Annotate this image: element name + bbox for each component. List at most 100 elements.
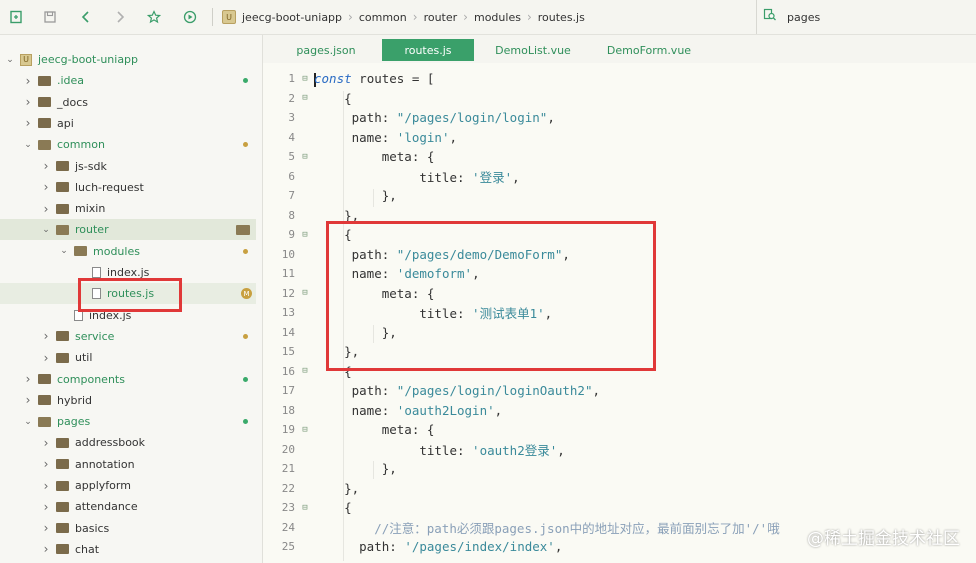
fold-toggle-icon[interactable]: ⊟: [298, 74, 312, 84]
code-line[interactable]: 2 ⊟ {: [263, 89, 976, 109]
code-line[interactable]: 20 title: 'oauth2登录',: [263, 440, 976, 460]
fold-toggle-icon[interactable]: ⊟: [298, 366, 312, 376]
fold-toggle-icon[interactable]: ⊟: [298, 425, 312, 435]
chevron-right-icon[interactable]: ›: [22, 393, 34, 407]
tree-item[interactable]: › luch-request: [0, 177, 256, 198]
chevron-down-icon[interactable]: ⌄: [22, 140, 34, 150]
run-icon[interactable]: [178, 0, 202, 34]
tree-item[interactable]: ⌄ modules: [0, 241, 256, 262]
tree-item[interactable]: › addressbook: [0, 432, 256, 453]
tree-item[interactable]: › service: [0, 326, 256, 347]
tree-item[interactable]: › components: [0, 369, 256, 390]
breadcrumb-item[interactable]: jeecg-boot-uniapp: [242, 11, 342, 24]
fold-toggle-icon[interactable]: ⊟: [298, 288, 312, 298]
forward-icon[interactable]: [108, 0, 132, 34]
code-line[interactable]: 4 name: 'login',: [263, 128, 976, 148]
line-number: 14: [281, 325, 295, 339]
code-token: title:: [314, 169, 473, 185]
tree-item[interactable]: › chat: [0, 539, 256, 560]
code-text: meta: {: [314, 422, 435, 438]
tree-item[interactable]: › mixin: [0, 198, 256, 219]
folder-icon: [38, 75, 51, 86]
tree-item[interactable]: › js-sdk: [0, 156, 256, 177]
open-folder-icon[interactable]: [236, 224, 250, 235]
chevron-right-icon[interactable]: ›: [22, 74, 34, 88]
code-line[interactable]: 22 },: [263, 479, 976, 499]
tree-item[interactable]: ⌄ common: [0, 134, 256, 155]
code-line[interactable]: 17 path: "/pages/login/loginOauth2",: [263, 381, 976, 401]
breadcrumb-item[interactable]: routes.js: [538, 11, 585, 24]
project-icon: U: [20, 53, 32, 66]
search-value[interactable]: pages: [787, 11, 820, 24]
chevron-right-icon[interactable]: ›: [22, 372, 34, 386]
chevron-right-icon[interactable]: ›: [22, 116, 34, 130]
chevron-right-icon[interactable]: ›: [40, 351, 52, 365]
tree-item[interactable]: › hybrid: [0, 390, 256, 411]
chevron-right-icon[interactable]: ›: [40, 436, 52, 450]
folder-icon: [56, 161, 69, 171]
chevron-down-icon[interactable]: ⌄: [40, 225, 52, 235]
tree-item[interactable]: ⌄ pages: [0, 411, 256, 432]
chevron-right-icon[interactable]: ›: [40, 500, 52, 514]
tree-item[interactable]: › annotation: [0, 454, 256, 475]
folder-icon: [56, 182, 69, 193]
save-icon[interactable]: [38, 0, 62, 34]
search-field[interactable]: pages: [756, 0, 976, 34]
code-line[interactable]: 7 },: [263, 186, 976, 206]
fold-toggle-icon[interactable]: ⊟: [298, 503, 312, 513]
code-line[interactable]: 18 name: 'oauth2Login',: [263, 401, 976, 421]
chevron-down-icon[interactable]: ⌄: [4, 55, 16, 65]
chevron-right-icon[interactable]: ›: [40, 521, 52, 535]
code-line[interactable]: 19 ⊟ meta: {: [263, 420, 976, 440]
folder-icon: [38, 416, 51, 427]
keyword-token: const: [314, 71, 352, 86]
back-icon[interactable]: [74, 0, 98, 34]
chevron-down-icon[interactable]: ⌄: [58, 246, 70, 256]
code-token: meta: {: [314, 422, 435, 438]
code-line[interactable]: 1 ⊟ const routes = [: [263, 69, 976, 89]
tree-item[interactable]: › attendance: [0, 496, 256, 517]
code-line[interactable]: 3 path: "/pages/login/login",: [263, 108, 976, 128]
code-line[interactable]: 21 },: [263, 459, 976, 479]
code-text: meta: {: [314, 149, 435, 165]
code-line[interactable]: 5 ⊟ meta: {: [263, 147, 976, 167]
tree-item[interactable]: ⌄ Ujeecg-boot-uniapp: [0, 49, 256, 70]
chevron-right-icon[interactable]: ›: [40, 542, 52, 556]
tree-item[interactable]: › basics: [0, 518, 256, 539]
fold-toggle-icon[interactable]: ⊟: [298, 230, 312, 240]
code-line[interactable]: 6 title: '登录',: [263, 167, 976, 187]
tree-item[interactable]: › _docs: [0, 92, 256, 113]
code-token: meta: {: [314, 149, 435, 165]
line-number: 5: [288, 150, 295, 164]
chevron-right-icon[interactable]: ›: [40, 202, 52, 216]
tab-demolist-vue[interactable]: DemoList.vue: [485, 39, 581, 61]
folder-icon: [56, 437, 69, 448]
tree-item-label: chat: [75, 542, 100, 556]
chevron-right-icon[interactable]: ›: [22, 95, 34, 109]
chevron-down-icon[interactable]: ⌄: [22, 417, 34, 427]
code-line[interactable]: 23 ⊟ {: [263, 498, 976, 518]
chevron-right-icon[interactable]: ›: [40, 479, 52, 493]
tree-item[interactable]: ⌄ router: [0, 219, 256, 241]
tab-demoform-vue[interactable]: DemoForm.vue: [598, 39, 700, 61]
tree-item[interactable]: › .idea: [0, 70, 256, 91]
fold-toggle-icon[interactable]: ⊟: [298, 152, 312, 162]
chevron-right-icon[interactable]: ›: [40, 329, 52, 343]
chevron-right-icon[interactable]: ›: [40, 457, 52, 471]
code-text: },: [314, 461, 397, 476]
tree-item-label: _docs: [57, 95, 88, 109]
tab-routes-js[interactable]: routes.js: [382, 39, 474, 61]
chevron-right-icon[interactable]: ›: [40, 180, 52, 194]
line-number: 13: [281, 306, 295, 320]
fold-toggle-icon[interactable]: ⊟: [298, 93, 312, 103]
breadcrumb-item[interactable]: modules: [474, 11, 521, 24]
new-file-icon[interactable]: [4, 0, 28, 34]
chevron-right-icon[interactable]: ›: [40, 159, 52, 173]
breadcrumb-item[interactable]: common: [359, 11, 407, 24]
tree-item[interactable]: › api: [0, 113, 256, 134]
breadcrumb-item[interactable]: router: [424, 11, 458, 24]
tab-pages-json[interactable]: pages.json: [281, 39, 371, 61]
star-icon[interactable]: [142, 0, 166, 34]
tree-item[interactable]: › util: [0, 347, 256, 368]
tree-item[interactable]: › applyform: [0, 475, 256, 496]
